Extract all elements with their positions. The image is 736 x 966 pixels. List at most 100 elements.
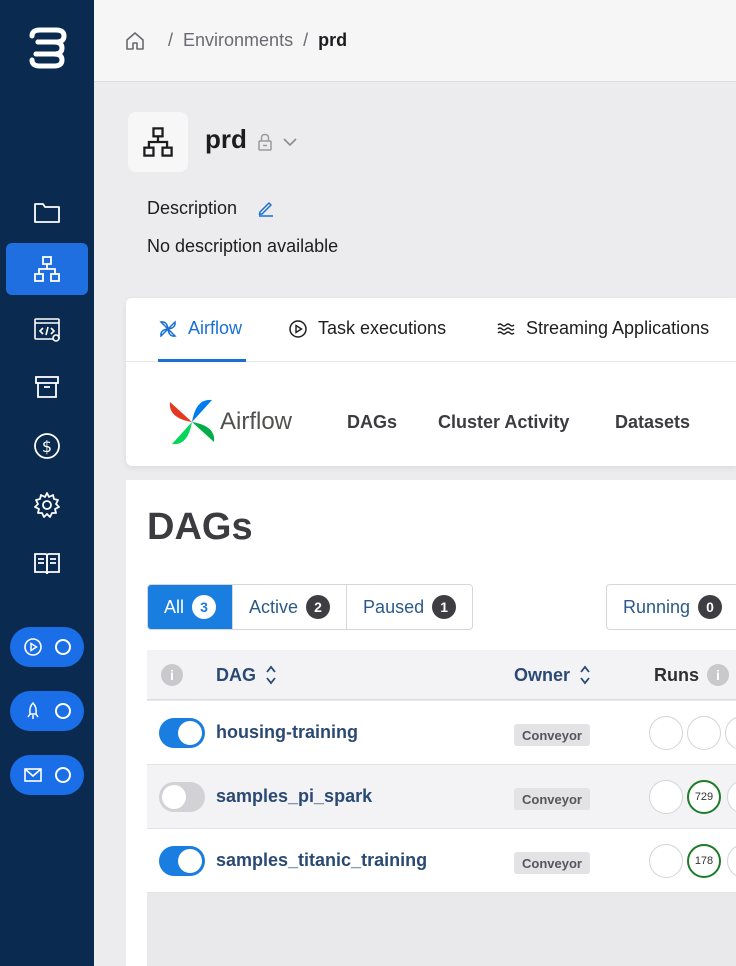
- sidebar-item-ide[interactable]: [6, 303, 88, 355]
- airflow-brand[interactable]: Airflow: [220, 408, 292, 436]
- count-badge: 2: [306, 595, 331, 619]
- dag-pause-toggle[interactable]: [159, 846, 205, 876]
- filter-label: Active: [249, 596, 299, 617]
- dag-name-link[interactable]: samples_titanic_training: [216, 850, 427, 871]
- play-status-icon: [24, 638, 42, 656]
- filter-label: Paused: [363, 596, 425, 617]
- column-label: Runs: [654, 664, 699, 685]
- environment-icon: [143, 127, 173, 157]
- deploy-status-icon: [27, 701, 39, 719]
- status-indicator: [55, 767, 71, 783]
- dags-title: DAGs: [147, 506, 253, 548]
- mail-status-icon: [24, 768, 42, 782]
- tab-task-executions[interactable]: Task executions: [288, 318, 446, 339]
- play-circle-icon: [289, 319, 307, 338]
- billing-icon: $: [34, 433, 60, 459]
- page-title: prd: [205, 124, 247, 154]
- column-dag[interactable]: DAG: [216, 664, 278, 686]
- tabs-bar: Airflow Task executions Streaming Applic…: [126, 298, 736, 362]
- tab-label: Streaming Applications: [526, 318, 710, 338]
- description-text: No description available: [147, 236, 339, 256]
- filter-label: All: [164, 596, 185, 617]
- dags-table: i DAG Owner Runs i housing-training Conv…: [147, 650, 736, 966]
- column-runs: Runs i: [654, 664, 729, 686]
- sort-icon[interactable]: [578, 664, 592, 686]
- description-label: Description: [147, 198, 238, 218]
- run-status-circle[interactable]: [649, 716, 683, 750]
- status-pill-runs[interactable]: [10, 627, 84, 667]
- sidebar-item-environments[interactable]: [6, 243, 88, 295]
- airflow-logo-icon[interactable]: [166, 396, 218, 448]
- breadcrumb-environments[interactable]: Environments: [183, 30, 293, 51]
- run-status-circle[interactable]: [687, 716, 721, 750]
- count-badge: 1: [432, 595, 457, 619]
- dag-pause-toggle[interactable]: [159, 718, 205, 748]
- airflow-icon: [159, 319, 177, 338]
- table-row: samples_titanic_training Conveyor 178: [147, 829, 736, 893]
- sidebar-item-artifacts[interactable]: [6, 361, 88, 413]
- environment-avatar: [128, 112, 188, 172]
- app-logo-icon[interactable]: [22, 22, 70, 70]
- filter-label: Running: [623, 596, 691, 617]
- code-icon: [34, 318, 60, 342]
- chevron-down-icon[interactable]: [282, 134, 298, 150]
- run-status-circle[interactable]: [727, 844, 736, 878]
- nav-link-dags[interactable]: DAGs: [347, 412, 397, 433]
- status-pill-deploy[interactable]: [10, 691, 84, 731]
- count-badge: 0: [698, 595, 723, 619]
- edit-icon[interactable]: [257, 199, 275, 217]
- status-pill-mail[interactable]: [10, 755, 84, 795]
- filter-all-button[interactable]: All 3: [148, 585, 234, 629]
- run-status-circle[interactable]: [649, 780, 683, 814]
- svg-text:$: $: [42, 437, 52, 456]
- sidebar-item-settings[interactable]: [6, 479, 88, 531]
- table-row: samples_pi_spark Conveyor 729: [147, 765, 736, 829]
- run-status-circle[interactable]: 729: [687, 780, 721, 814]
- info-icon[interactable]: i: [707, 664, 729, 686]
- dag-pause-toggle[interactable]: [159, 782, 205, 812]
- nav-link-cluster-activity[interactable]: Cluster Activity: [438, 412, 569, 433]
- environment-tabs-card: Airflow Task executions Streaming Applic…: [126, 298, 736, 466]
- breadcrumb-current: prd: [318, 30, 348, 50]
- table-row: housing-training Conveyor: [147, 701, 736, 765]
- breadcrumb-separator: /: [168, 30, 174, 50]
- settings-icon: [34, 492, 60, 518]
- run-status-circle[interactable]: [649, 844, 683, 878]
- tab-label: Task executions: [318, 318, 447, 338]
- owner-badge[interactable]: Conveyor: [514, 724, 590, 746]
- tab-streaming-applications[interactable]: Streaming Applications: [496, 318, 709, 339]
- dags-panel: DAGs All 3 Active 2 Paused 1 Running 0 i…: [126, 480, 736, 966]
- count-badge: 3: [192, 595, 217, 619]
- home-icon[interactable]: [124, 30, 146, 52]
- sidebar-item-projects[interactable]: [6, 186, 88, 238]
- run-status-circle[interactable]: [727, 780, 736, 814]
- column-owner[interactable]: Owner: [514, 664, 592, 686]
- sidebar: $: [0, 0, 94, 966]
- airflow-navbar: Airflow DAGs Cluster Activity Datasets: [126, 362, 736, 466]
- dag-name-link[interactable]: housing-training: [216, 722, 358, 743]
- filter-paused-button[interactable]: Paused 1: [347, 585, 473, 629]
- tab-label: Airflow: [188, 318, 243, 338]
- status-indicator: [55, 703, 71, 719]
- folder-icon: [34, 203, 60, 223]
- column-label: DAG: [216, 664, 256, 685]
- info-icon[interactable]: i: [161, 664, 183, 686]
- status-indicator: [55, 639, 71, 655]
- column-label: Owner: [514, 664, 571, 685]
- nav-link-datasets[interactable]: Datasets: [615, 412, 690, 433]
- table-header: i DAG Owner Runs i: [147, 650, 736, 700]
- environment-icon: [34, 256, 60, 282]
- run-status-circle[interactable]: 178: [687, 844, 721, 878]
- sidebar-item-billing[interactable]: $: [6, 420, 88, 472]
- run-status-circle[interactable]: [725, 716, 736, 750]
- dag-name-link[interactable]: samples_pi_spark: [216, 786, 372, 807]
- filter-running-button[interactable]: Running 0: [606, 584, 736, 630]
- sidebar-item-docs[interactable]: [6, 537, 88, 589]
- column-info: i: [161, 664, 183, 686]
- tab-airflow[interactable]: Airflow: [158, 318, 242, 339]
- status-filter-group: All 3 Active 2 Paused 1: [147, 584, 474, 630]
- filter-active-button[interactable]: Active 2: [233, 585, 348, 629]
- sort-icon[interactable]: [264, 664, 278, 686]
- owner-badge[interactable]: Conveyor: [514, 788, 590, 810]
- owner-badge[interactable]: Conveyor: [514, 852, 590, 874]
